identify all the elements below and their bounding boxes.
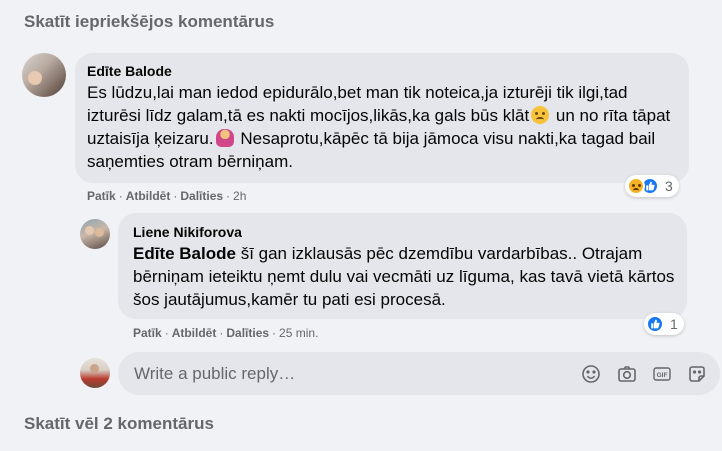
- timestamp[interactable]: 25 min.: [279, 326, 318, 340]
- comment-text: Edīte Balode šī gan izklausās pēc dzemdī…: [133, 242, 675, 311]
- comment-actions-2: Patīk · Atbildēt · Dalīties · 25 min.: [133, 326, 319, 340]
- share-button[interactable]: Dalīties: [226, 326, 269, 340]
- comment-actions-1: Patīk · Atbildēt · Dalīties · 2h: [87, 189, 247, 203]
- like-reaction-icon: [646, 315, 664, 333]
- avatar-edite-balode[interactable]: [22, 53, 66, 97]
- like-button[interactable]: Patīk: [87, 189, 116, 203]
- reply-button[interactable]: Atbildēt: [172, 326, 217, 340]
- reaction-count: 3: [665, 178, 673, 194]
- reply-composer: GIF: [118, 352, 720, 395]
- reaction-count: 1: [670, 316, 678, 332]
- like-button[interactable]: Patīk: [133, 326, 162, 340]
- share-button[interactable]: Dalīties: [180, 189, 223, 203]
- current-user-avatar[interactable]: [80, 358, 110, 388]
- comment-author[interactable]: Liene Nikiforova: [133, 223, 675, 241]
- mention-link[interactable]: Edīte Balode: [133, 244, 236, 263]
- timestamp[interactable]: 2h: [233, 189, 246, 203]
- woman-shrugging-emoji-icon: [215, 129, 234, 147]
- reactions-summary-1[interactable]: 3: [625, 175, 679, 197]
- reply-button[interactable]: Atbildēt: [126, 189, 171, 203]
- view-more-comments-link[interactable]: Skatīt vēl 2 komentārus: [24, 414, 214, 434]
- comment-bubble-1: Edīte Balode Es lūdzu,lai man iedod epid…: [75, 53, 689, 183]
- reactions-summary-2[interactable]: 1: [644, 313, 684, 335]
- comment-text: Es lūdzu,lai man iedod epidurālo,bet man…: [87, 81, 677, 173]
- view-previous-comments-link[interactable]: Skatīt iepriekšējos komentārus: [24, 12, 274, 32]
- gif-icon[interactable]: GIF: [651, 363, 673, 385]
- sad-face-emoji-icon: [531, 106, 550, 124]
- camera-icon[interactable]: [616, 363, 638, 385]
- sticker-icon[interactable]: [686, 363, 708, 385]
- avatar-liene-nikiforova[interactable]: [80, 219, 110, 249]
- sad-reaction-icon: [627, 177, 645, 195]
- comment-author[interactable]: Edīte Balode: [87, 62, 677, 80]
- comment-bubble-2: Liene Nikiforova Edīte Balode šī gan izk…: [118, 213, 687, 319]
- emoji-icon[interactable]: [580, 363, 602, 385]
- reply-input[interactable]: [134, 352, 554, 395]
- svg-text:GIF: GIF: [657, 372, 668, 379]
